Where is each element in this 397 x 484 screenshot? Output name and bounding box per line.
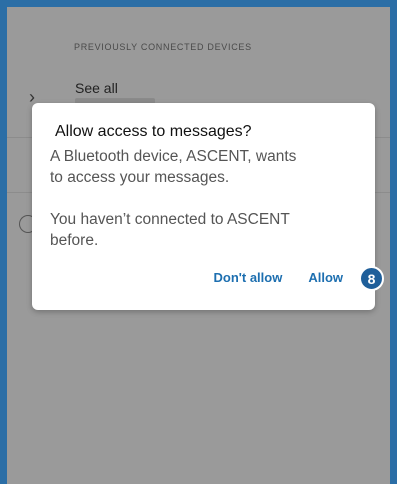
dialog-title: Allow access to messages? — [55, 123, 252, 140]
dialog-message-line: to access your messages. — [50, 169, 230, 186]
step-badge: 8 — [359, 266, 384, 291]
dont-allow-button[interactable]: Don't allow — [214, 270, 283, 285]
permission-dialog: Allow access to messages? A Bluetooth de… — [32, 103, 384, 310]
dialog-message: A Bluetooth device, ASCENT, wants to acc… — [50, 146, 350, 251]
see-all-item[interactable]: See all — [75, 80, 118, 96]
dialog-message-line: You haven’t connected to ASCENT — [50, 211, 290, 228]
dialog-actions: Don't allow Allow — [214, 270, 361, 285]
settings-screen: PREVIOUSLY CONNECTED DEVICES › See all A… — [7, 7, 390, 484]
allow-button[interactable]: Allow — [308, 270, 343, 285]
dialog-message-line: before. — [50, 232, 99, 249]
section-header-previously-connected: PREVIOUSLY CONNECTED DEVICES — [74, 42, 252, 52]
dialog-message-line: A Bluetooth device, ASCENT, wants — [50, 148, 297, 165]
